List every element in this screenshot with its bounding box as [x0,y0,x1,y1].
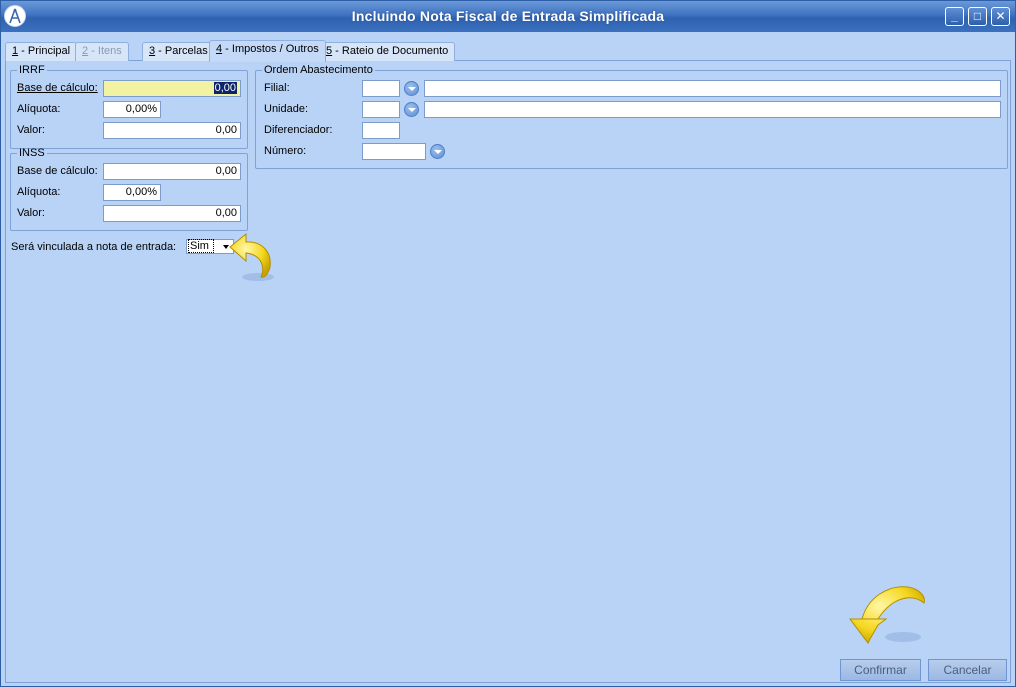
filial-name-field[interactable] [424,80,1001,97]
unidade-label: Unidade: [264,103,309,115]
filial-label: Filial: [264,82,290,94]
numero-lookup-icon[interactable] [430,144,445,159]
inss-aliquota-field[interactable]: 0,00% [103,184,161,201]
annotation-arrow-icon [229,232,274,281]
minimize-button[interactable]: _ [945,7,964,26]
vinculada-value: Sim [188,239,214,253]
unidade-name-field[interactable] [424,101,1001,118]
diferenciador-field[interactable] [362,122,400,139]
numero-field[interactable] [362,143,426,160]
irrf-base-field[interactable]: 0,00 [103,80,241,97]
minimize-icon: _ [951,9,958,23]
inss-valor-label: Valor: [17,207,45,219]
close-icon: ✕ [995,9,1006,23]
filial-lookup-icon[interactable] [404,81,419,96]
inss-base-label: Base de cálculo: [17,165,98,177]
tab-content-impostos: IRRF Base de cálculo: 0,00 Alíquota: 0,0… [5,61,1011,683]
irrf-valor-label: Valor: [17,124,45,136]
main-window: Incluindo Nota Fiscal de Entrada Simplif… [0,0,1016,687]
window-title: Incluindo Nota Fiscal de Entrada Simplif… [351,8,665,24]
irrf-valor-field[interactable]: 0,00 [103,122,241,139]
vinculada-label: Será vinculada a nota de entrada: [11,241,177,253]
filial-code-field[interactable] [362,80,400,97]
unidade-code-field[interactable] [362,101,400,118]
tab-rateio-documento[interactable]: 5 - Rateio de Documento [319,42,456,61]
confirmar-button[interactable]: Confirmar [840,659,921,681]
tab-impostos-outros[interactable]: 4 - Impostos / Outros [209,40,326,62]
inss-legend: INSS [19,147,45,159]
tab-itens[interactable]: 2 - Itens [75,42,129,61]
annotation-arrow-down-icon [849,586,925,644]
irrf-base-label: Base de cálculo: [17,82,98,94]
inss-valor-field[interactable]: 0,00 [103,205,241,222]
maximize-button[interactable]: □ [968,7,987,26]
close-button[interactable]: ✕ [991,7,1010,26]
inss-base-field[interactable]: 0,00 [103,163,241,180]
tab-principal[interactable]: 1 - Principal [5,42,78,61]
ordem-legend: Ordem Abastecimento [264,64,373,76]
vinculada-select[interactable]: Sim [186,239,234,254]
maximize-icon: □ [973,9,982,23]
numero-label: Número: [264,145,307,157]
irrf-aliquota-field[interactable]: 0,00% [103,101,161,118]
unidade-lookup-icon[interactable] [404,102,419,117]
diferenciador-label: Diferenciador: [264,124,333,136]
irrf-legend: IRRF [19,64,45,76]
tab-parcelas[interactable]: 3 - Parcelas [142,42,215,61]
title-bar: Incluindo Nota Fiscal de Entrada Simplif… [1,1,1015,32]
inss-aliquota-label: Alíquota: [17,186,61,198]
tab-bar: 1 - Principal 2 - Itens 3 - Parcelas 4 -… [5,40,1011,62]
cancelar-button[interactable]: Cancelar [928,659,1007,681]
irrf-aliquota-label: Alíquota: [17,103,61,115]
